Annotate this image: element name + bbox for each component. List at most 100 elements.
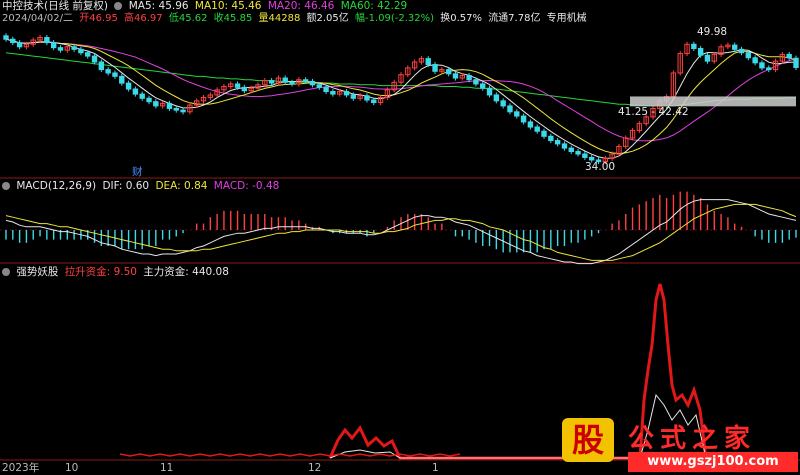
ma20-label: MA20: 46.46: [267, 0, 335, 12]
candle-body: [766, 67, 772, 71]
dif-label: DIF: 0.60: [102, 180, 150, 192]
turnover-label: 换0.57%: [440, 13, 482, 24]
range-annotation: 41.25 - 42.42: [618, 106, 689, 118]
stock-chart-window: 中控技术(日线 前复权) MA5: 45.96 MA10: 45.46 MA20…: [0, 0, 800, 475]
dea-line: [5, 203, 797, 261]
candle-body: [234, 83, 241, 88]
candle-body: [534, 126, 540, 132]
candle-body: [105, 69, 111, 74]
rise-fund-label: 拉升资金: 9.50: [64, 266, 137, 278]
candle-body: [16, 42, 23, 48]
candle-body: [241, 86, 248, 92]
candle-body: [752, 57, 758, 64]
candle-body: [500, 100, 506, 107]
macd-settings-icon[interactable]: [2, 182, 10, 190]
logo-name: 公式之家: [628, 424, 757, 454]
indicator-settings-icon[interactable]: [2, 268, 10, 276]
macd-title: MACD(12,26,9): [16, 180, 97, 192]
candle-body: [554, 140, 561, 145]
macd-header: MACD(12,26,9) DIF: 0.60 DEA: 0.84 MACD: …: [2, 180, 282, 193]
candle-body: [173, 107, 179, 111]
quote-header: 2024/04/02/二 开46.95 高46.97 低45.62 收45.85…: [2, 12, 590, 25]
candle-body: [57, 47, 64, 51]
candle-body: [582, 153, 588, 158]
candle-body: [98, 61, 105, 71]
date-label: 2024/04/02/二: [2, 13, 74, 24]
ma60-label: MA60: 42.29: [340, 0, 408, 12]
candle-body: [125, 82, 132, 90]
candle-body: [153, 101, 159, 107]
ma10-label: MA10: 45.46: [194, 0, 262, 12]
candle-body: [445, 69, 452, 75]
candle-body: [561, 143, 568, 149]
candle-body: [71, 46, 77, 50]
candle-body: [691, 43, 697, 49]
amount-label: 额2.05亿: [306, 13, 349, 24]
candle-body: [738, 48, 745, 54]
candle-body: [146, 97, 152, 103]
candle-body: [745, 52, 752, 59]
candle-body: [166, 102, 173, 109]
candle-body: [480, 83, 486, 89]
logo-gu-mark: 股: [562, 418, 614, 462]
chart-canvas: [0, 33, 800, 461]
candle-body: [786, 53, 792, 59]
candle-body: [575, 151, 581, 155]
x-tick-10: 10: [65, 462, 79, 474]
dea-label: DEA: 0.84: [155, 180, 208, 192]
candle-body: [316, 84, 322, 88]
candle-body: [350, 94, 357, 99]
support-band: [630, 96, 796, 107]
candle-body: [364, 95, 370, 101]
candle-body: [289, 81, 295, 85]
indicator-header: 强势妖股 拉升资金: 9.50 主力资金: 440.08: [2, 266, 232, 279]
low-annotation: 34.00: [585, 161, 616, 173]
candle-body: [452, 73, 459, 79]
candle-body: [85, 52, 91, 57]
high-annotation: 49.98: [697, 26, 728, 38]
candle-body: [732, 44, 738, 50]
low-label: 低45.62: [168, 13, 208, 24]
candle-body: [10, 38, 16, 44]
candle-body: [704, 54, 711, 62]
candle-body: [282, 77, 288, 83]
ma20-line: [5, 38, 797, 142]
candle-body: [759, 62, 765, 69]
open-label: 开46.95: [79, 13, 118, 24]
ma10-line: [5, 38, 797, 155]
sector-label: 专用机械: [546, 13, 587, 24]
ma5-label: MA5: 45.96: [128, 0, 189, 12]
candle-body: [520, 115, 527, 123]
x-tick-year: 2023年: [2, 462, 40, 474]
indicator-title: 强势妖股: [16, 266, 59, 278]
stock-title: 中控技术(日线 前复权): [2, 0, 109, 12]
x-tick-1: 1: [432, 462, 439, 474]
candle-body: [78, 48, 84, 54]
candle-body: [541, 130, 547, 137]
volume-label: 量44288: [258, 13, 301, 24]
candle-body: [302, 79, 309, 82]
dif-line: [5, 199, 797, 265]
x-tick-11: 11: [160, 462, 174, 474]
candle-body: [493, 94, 500, 102]
x-tick-12: 12: [308, 462, 322, 474]
candle-body: [309, 80, 316, 86]
candle-body: [432, 64, 438, 72]
rise-fund-baseline: [119, 453, 461, 457]
settings-circle-icon[interactable]: [114, 2, 123, 10]
candle-body: [697, 47, 704, 56]
candle-body: [119, 75, 125, 84]
candle-body: [323, 86, 329, 93]
finance-flag[interactable]: 财: [132, 166, 143, 179]
high-label: 高46.97: [124, 13, 163, 24]
macd-value-label: MACD: -0.48: [213, 180, 280, 192]
candle-body: [3, 35, 9, 40]
candle-body: [112, 72, 118, 77]
candle-body: [473, 79, 479, 85]
candle-body: [44, 37, 50, 44]
site-logo: 股 公式之家 www.gszj100.com: [558, 414, 800, 475]
candle-body: [568, 147, 574, 153]
candle-body: [50, 42, 57, 49]
candle-body: [527, 121, 534, 128]
candle-body: [139, 93, 145, 99]
